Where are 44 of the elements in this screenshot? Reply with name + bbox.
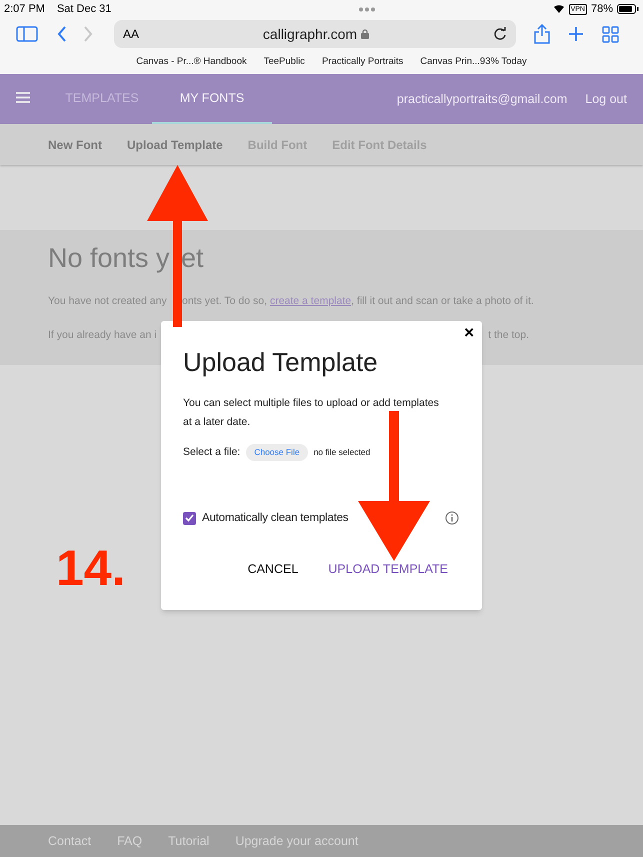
sidebar-icon[interactable] — [16, 26, 38, 42]
address-bar[interactable]: AA calligraphr.com — [114, 20, 516, 48]
battery-percent: 78% — [590, 2, 613, 17]
empty-hint: If you already have an i — [48, 328, 157, 343]
file-status: no file selected — [314, 446, 370, 459]
empty-heading: No fonts y — [48, 242, 171, 275]
url-text: calligraphr.com — [262, 24, 358, 44]
menu-icon[interactable] — [16, 92, 30, 103]
bookmark-link[interactable]: TeePublic — [264, 54, 305, 70]
wifi-icon — [552, 4, 565, 14]
account-email: practicallyportraits@gmail.com — [396, 90, 568, 108]
tabs-overview-icon[interactable] — [602, 26, 619, 42]
upload-button[interactable]: UPLOAD TEMPLATE — [328, 560, 448, 579]
cancel-button[interactable]: CANCEL — [248, 560, 298, 579]
status-time: 2:07 PM — [4, 2, 45, 17]
dialog-title: Upload Template — [183, 346, 379, 379]
empty-heading-end: et — [181, 242, 204, 275]
dialog-description: You can select multiple files to upload or add templates at a later date. — [183, 396, 440, 430]
logout-link[interactable]: Log out — [585, 90, 627, 108]
empty-message: You have not created any — [48, 294, 168, 309]
bookmark-link[interactable]: Canvas - Pr...® Handbook — [136, 54, 247, 70]
reload-icon[interactable] — [493, 27, 507, 41]
close-button[interactable]: × — [464, 324, 474, 341]
step-number: 14. — [56, 543, 126, 593]
battery-icon — [617, 4, 639, 14]
empty-message-rest: onts yet. To do so, create a template, fill it out and scan or take a photo of it. — [182, 294, 534, 309]
file-label: Select a file: — [183, 444, 240, 460]
sub-nav-link[interactable]: Upload Template — [127, 136, 223, 154]
create-template-link[interactable]: create a template — [270, 295, 352, 307]
info-icon[interactable] — [445, 511, 459, 526]
choose-file-button[interactable]: Choose File — [246, 444, 308, 461]
new-tab-icon[interactable] — [568, 26, 584, 42]
lock-icon — [361, 29, 370, 39]
more-dots-icon — [358, 6, 376, 12]
sub-nav-link[interactable]: New Font — [48, 136, 102, 154]
checkbox[interactable] — [183, 512, 196, 525]
text-size-button[interactable]: AA — [123, 25, 140, 43]
back-icon[interactable] — [56, 26, 68, 42]
bookmark-link[interactable]: Canvas Prin...93% Today — [420, 54, 527, 70]
auto-clean-label: Automatically clean templates — [202, 510, 348, 526]
bookmark-link[interactable]: Practically Portraits — [322, 54, 404, 70]
status-date: Sat Dec 31 — [56, 2, 112, 17]
empty-hint-end: t the top. — [488, 328, 529, 343]
share-icon[interactable] — [534, 24, 550, 44]
